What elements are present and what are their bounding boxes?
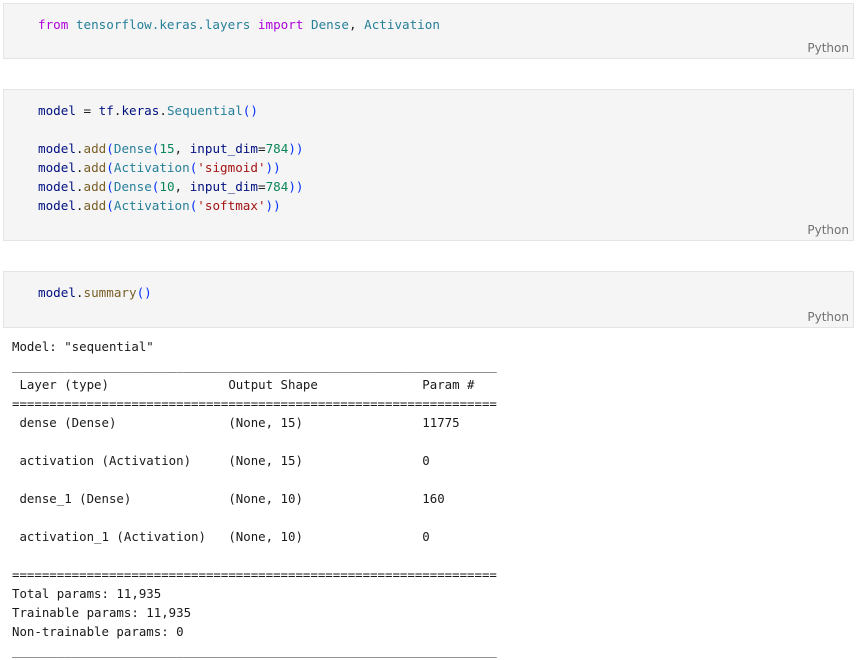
token-punct: ,	[174, 179, 190, 194]
cell-language-label[interactable]: Python	[807, 223, 849, 237]
token-keyword: from	[38, 17, 69, 32]
code-cell-import[interactable]: from tensorflow.keras.layers import Dens…	[3, 3, 854, 59]
cell-code-editor[interactable]: from tensorflow.keras.layers import Dens…	[38, 15, 440, 34]
token-punct: .	[75, 179, 84, 194]
token-paren: (	[106, 141, 114, 156]
token-paren: ()	[242, 103, 258, 118]
token-paren: ))	[265, 198, 281, 213]
token-variable: model	[38, 285, 76, 300]
token-function: add	[83, 179, 107, 194]
token-variable: model	[38, 103, 76, 118]
token-punct: .	[75, 141, 84, 156]
token-paren: (	[106, 160, 114, 175]
token-class: Activation	[113, 160, 190, 175]
cell-output-text: Model: "sequential" ____________________…	[12, 339, 497, 658]
code-cell-summary[interactable]: model.summary() Python	[3, 271, 854, 328]
token-variable: tf	[98, 103, 114, 118]
token-punct: .	[159, 103, 167, 118]
token-paren: (	[106, 198, 114, 213]
token-number: 784	[265, 141, 289, 156]
token-paren: ))	[288, 179, 304, 194]
token-class: Activation	[364, 17, 440, 32]
token-punct: .	[75, 285, 84, 300]
token-operator: =	[257, 141, 266, 156]
token-variable: model	[38, 160, 76, 175]
code-line: model.add(Dense(10, input_dim=784))	[38, 179, 303, 194]
token-number: 15	[159, 141, 175, 156]
token-operator: =	[75, 103, 99, 118]
cell-code-editor[interactable]: model = tf.keras.Sequential() model.add(…	[38, 101, 303, 215]
token-string: 'softmax'	[197, 198, 266, 213]
token-variable: model	[38, 198, 76, 213]
token-function: add	[83, 141, 107, 156]
token-punct: .	[75, 160, 84, 175]
token-paren: (	[106, 179, 114, 194]
token-class: Sequential	[166, 103, 243, 118]
token-paren: ))	[288, 141, 304, 156]
token-variable: keras	[121, 103, 160, 118]
token-keyword-arg: input_dim	[189, 141, 258, 156]
token-keyword-arg: input_dim	[189, 179, 258, 194]
token-class: Activation	[113, 198, 190, 213]
code-line: model.add(Activation('sigmoid'))	[38, 160, 281, 175]
token-function: summary	[83, 285, 137, 300]
token-variable: model	[38, 179, 76, 194]
cell-language-label[interactable]: Python	[807, 310, 849, 324]
code-line: model.add(Activation('softmax'))	[38, 198, 281, 213]
token-number: 10	[159, 179, 175, 194]
token-operator: =	[257, 179, 266, 194]
token-paren: ()	[136, 285, 152, 300]
code-line: model.add(Dense(15, input_dim=784))	[38, 141, 303, 156]
token-class: Dense	[311, 17, 349, 32]
code-cell-model-definition[interactable]: model = tf.keras.Sequential() model.add(…	[3, 89, 854, 241]
token-punct: .	[75, 198, 84, 213]
cell-language-label[interactable]: Python	[807, 41, 849, 55]
token-function: add	[83, 160, 107, 175]
token-class: Dense	[113, 179, 152, 194]
token-module: tensorflow.keras.layers	[75, 17, 251, 32]
cell-code-editor[interactable]: model.summary()	[38, 283, 152, 302]
token-punct: ,	[348, 17, 365, 32]
token-variable: model	[38, 141, 76, 156]
token-keyword: import	[257, 17, 304, 32]
token-function: add	[83, 198, 107, 213]
token-punct: ,	[174, 141, 190, 156]
token-class: Dense	[113, 141, 152, 156]
code-line: model = tf.keras.Sequential()	[38, 103, 258, 118]
token-number: 784	[265, 179, 289, 194]
token-string: 'sigmoid'	[197, 160, 266, 175]
token-paren: ))	[265, 160, 281, 175]
